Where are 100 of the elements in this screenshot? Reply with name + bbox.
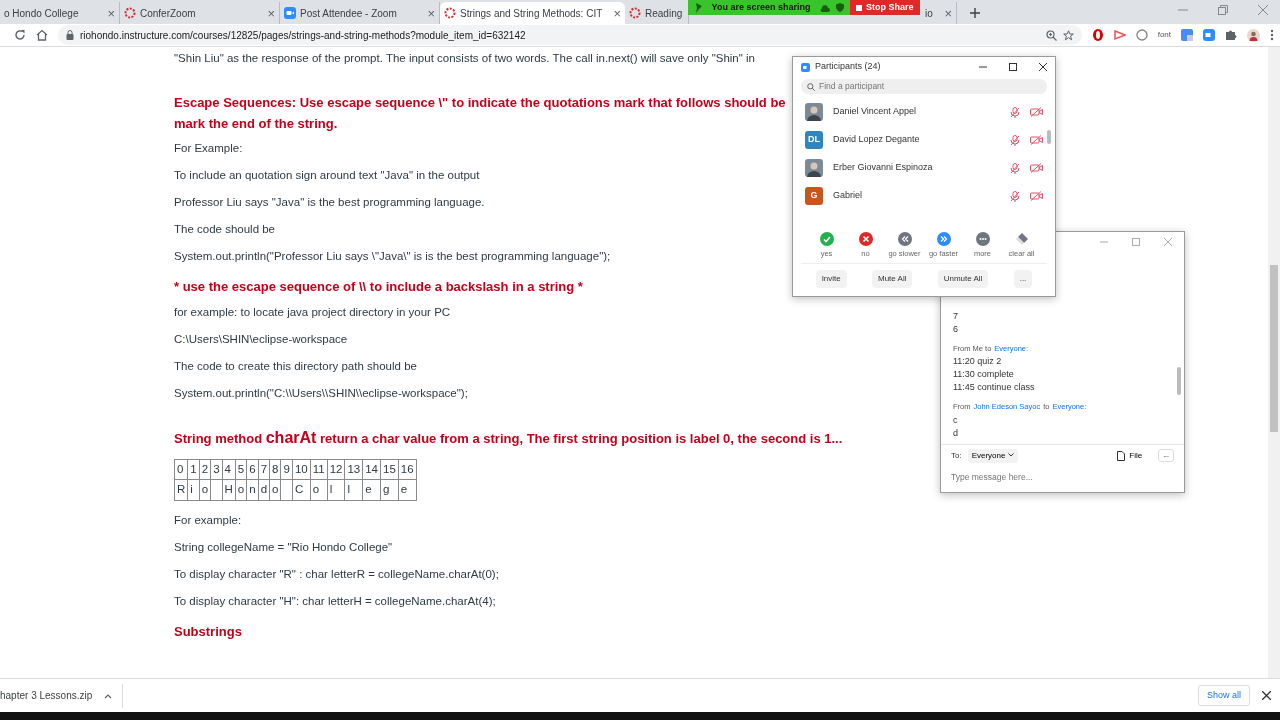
chat-message: 11:20 quiz 2 (953, 355, 1003, 369)
video-camera-icon (284, 7, 296, 19)
text-line: System.out.println("Professor Liu says \"Java\" is is the best programming language"); (174, 249, 611, 263)
stop-share-button[interactable]: Stop Share (850, 0, 920, 15)
star-icon[interactable] (1062, 29, 1074, 41)
table-cell: 2 (199, 459, 211, 480)
table-cell: e (398, 479, 417, 500)
video-camera-icon (801, 62, 810, 72)
close-button[interactable]: × (613, 6, 621, 20)
reload-icon[interactable] (14, 29, 26, 41)
pin-icon (694, 2, 702, 13)
table-cell: l (327, 479, 345, 500)
text-line: To include an quotation sign around text "Java" in the output (174, 168, 480, 182)
participant-name[interactable]: Daniel Vincent Appel (833, 105, 1000, 119)
canvas-icon (444, 7, 456, 19)
scrollbar[interactable] (1268, 47, 1280, 678)
section-heading: * use the escape sequence of \\ to include a backslash in a string * (174, 278, 583, 296)
address-bar[interactable]: riohondo.instructure.com/courses/12825/pages/strings-and-string-methods?module_item_id=632142 (58, 25, 1082, 45)
search-input[interactable]: Find a participant (819, 80, 1041, 93)
avatar (805, 159, 823, 177)
search-field[interactable]: Find a participant (801, 79, 1047, 94)
fast-forward-icon[interactable] (936, 232, 951, 246)
profile-avatar-icon[interactable] (1247, 28, 1260, 42)
participant-name[interactable]: David Lopez Degante (833, 133, 1000, 147)
avatar: G (805, 187, 823, 205)
recipient-dropdown[interactable]: Everyone (967, 448, 1018, 463)
scrollbar-thumb[interactable] (1177, 367, 1181, 395)
close-icon[interactable] (1262, 691, 1271, 700)
text-line: The code should be (174, 222, 276, 236)
table-cell: 11 (310, 459, 328, 480)
screen-sharing-banner: You are screen sharing (688, 0, 850, 15)
table-cell: 3 (210, 459, 223, 480)
maximize-icon[interactable] (1009, 63, 1017, 71)
participant-name[interactable]: Erber Giovanni Espinoza (833, 161, 1000, 175)
download-item[interactable]: hapter 3 Lessons.zip (0, 688, 93, 703)
section-heading: String method charAt return a char value from a string, The first string position is label 0, the second is 1... (174, 428, 843, 448)
rewind-icon[interactable] (897, 232, 912, 246)
cross-icon[interactable] (858, 232, 873, 246)
table-cell: e (362, 479, 381, 500)
table-cell: 9 (280, 459, 293, 480)
table-cell: d (258, 479, 270, 500)
table-cell: 8 (269, 459, 281, 480)
browser-tab[interactable]: Strings and String Methods: CIT × (440, 2, 625, 24)
table-cell: 4 (222, 459, 236, 480)
shield-icon (836, 3, 844, 12)
close-button[interactable]: × (427, 6, 435, 20)
file-icon (1117, 450, 1126, 461)
extension-icon[interactable] (1113, 29, 1126, 41)
participants-button[interactable]: Invite (815, 270, 847, 289)
new-tab-icon[interactable] (969, 7, 981, 19)
canvas-icon (124, 7, 136, 19)
chat-message: 11:45 continue class (953, 381, 1036, 395)
chat-message: c (953, 413, 959, 427)
video-camera-icon[interactable] (1203, 29, 1215, 41)
table-cell: o (199, 479, 211, 500)
minimize-icon[interactable] (979, 63, 987, 71)
participant-name[interactable]: Gabriel (833, 189, 1000, 203)
caret-icon[interactable] (104, 692, 112, 699)
restore-icon[interactable] (1218, 5, 1228, 15)
text-line: C:\Users\SHIN\eclipse-workspace (174, 332, 348, 346)
close-icon[interactable] (1039, 63, 1047, 71)
table-cell: 10 (292, 459, 311, 480)
close-button[interactable]: × (944, 6, 952, 20)
participants-button[interactable]: Unmute All (937, 270, 989, 289)
section-heading: Substrings (174, 622, 242, 641)
scrollbar-thumb[interactable] (1047, 130, 1051, 144)
menu-icon[interactable] (1270, 29, 1274, 41)
text-line: To display character "R" : char letterR = collegeName.charAt(0); (174, 566, 499, 581)
table-cell: 13 (344, 459, 363, 480)
text-line: For Example: (174, 141, 243, 155)
check-icon[interactable] (819, 232, 834, 246)
table-cell: 7 (258, 459, 270, 480)
close-button[interactable]: × (267, 6, 275, 20)
table-cell: H (222, 479, 236, 500)
scrollbar-thumb[interactable] (1270, 265, 1278, 432)
table-cell: 12 (327, 459, 345, 480)
close-button[interactable]: × (107, 6, 115, 20)
file-button[interactable]: File (1117, 449, 1143, 462)
text-line: "Shin Liu" as the response of the prompt. The input consists of two words. The call in.next() will save only "Shin" in (174, 51, 755, 65)
show-all-button[interactable]: Show all (1197, 684, 1250, 707)
extension-label[interactable]: font (1157, 29, 1171, 41)
text-line: Professor Liu says "Java" is the best programming language. (174, 195, 485, 209)
eraser-icon[interactable] (1014, 232, 1029, 246)
participants-button[interactable]: Mute All (872, 270, 913, 289)
table-cell: o (310, 479, 328, 500)
text-line: The code to create this directory path should be (174, 359, 417, 373)
home-icon[interactable] (36, 29, 48, 41)
zoom-icon[interactable] (1045, 29, 1057, 41)
extension-icon[interactable] (1135, 29, 1148, 41)
table-cell: l (344, 479, 363, 500)
search-icon (807, 82, 815, 91)
more-icon[interactable] (975, 232, 990, 246)
participants-button[interactable]: ... (1013, 270, 1033, 289)
chat-message: d (953, 426, 959, 440)
chat-message: 11:30 complete (953, 368, 1015, 382)
table-cell: o (235, 479, 247, 500)
puzzle-icon[interactable] (1225, 29, 1237, 41)
avatar (805, 103, 823, 121)
extension-icon[interactable] (1091, 29, 1104, 41)
avatar: DL (805, 131, 823, 149)
